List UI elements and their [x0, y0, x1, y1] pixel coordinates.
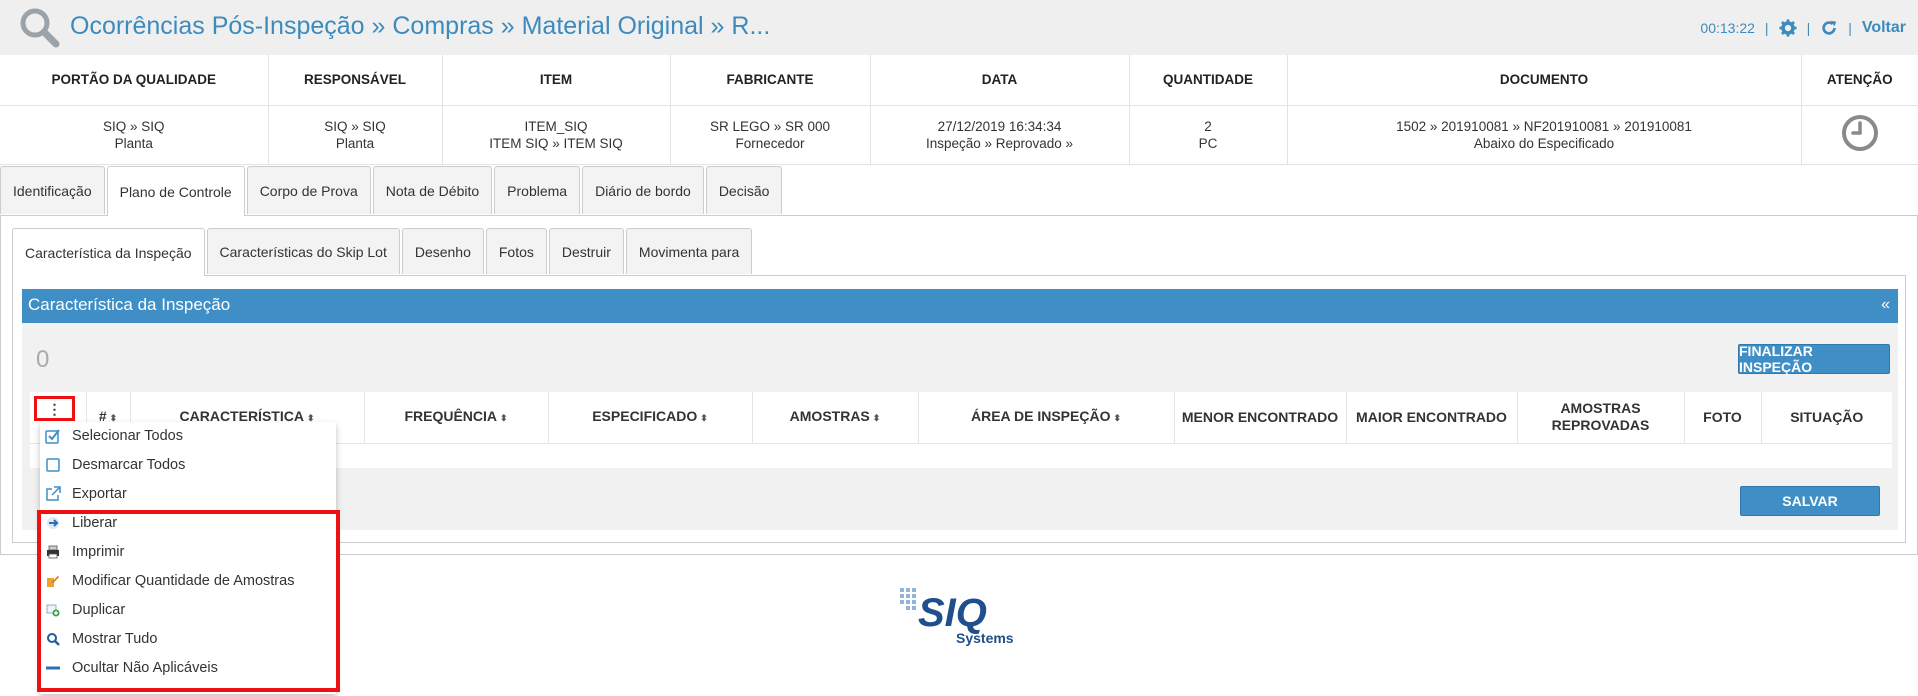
cell-line: ITEM_SIQ: [524, 118, 588, 134]
col-area-inspecao[interactable]: ÁREA DE INSPEÇÃO ⬍: [918, 392, 1175, 444]
col-maior-encontrado: MAIOR ENCONTRADO: [1346, 392, 1518, 444]
row-actions-menu-button[interactable]: ⋮: [34, 396, 75, 421]
header-actions: 00:13:22 | | | Voltar: [1700, 15, 1918, 41]
cell-line: Fornecedor: [735, 135, 805, 151]
cell-line: 2: [1204, 118, 1212, 134]
cell-date: 27/12/2019 16:34:34 Inspeção » Reprovado …: [870, 105, 1130, 165]
cell-attention: [1801, 105, 1918, 165]
collapse-toggle[interactable]: «: [1881, 296, 1890, 314]
divider: |: [1764, 20, 1769, 36]
col-attention: ATENÇÃO: [1801, 55, 1918, 106]
cell-line: SR LEGO » SR 000: [709, 118, 831, 134]
divider: |: [1806, 20, 1811, 36]
external-link-icon: [44, 485, 62, 503]
column-label: FREQUÊNCIA: [404, 407, 497, 424]
record-count: 0: [36, 346, 50, 373]
cell-item: ITEM_SIQ ITEM SIQ » ITEM SIQ: [442, 105, 671, 165]
col-responsible: RESPONSÁVEL: [268, 55, 443, 106]
col-manufacturer: FABRICANTE: [670, 55, 871, 106]
cell-quantity: 2 PC: [1129, 105, 1288, 165]
col-item: ITEM: [442, 55, 671, 106]
siq-logo: SIQ Systems: [898, 586, 1022, 646]
col-situacao: SITUAÇÃO: [1761, 392, 1892, 444]
cell-manufacturer: SR LEGO » SR 000 Fornecedor: [670, 105, 871, 165]
search-icon: [20, 8, 60, 48]
clock-icon: [1841, 114, 1878, 151]
sort-icon: ⬍: [1113, 412, 1122, 423]
occurrence-info: PORTÃO DA QUALIDADE RESPONSÁVEL ITEM FAB…: [0, 55, 1918, 165]
menu-item-deselect-all[interactable]: Desmarcar Todos: [40, 451, 336, 479]
menu-item-label: Desmarcar Todos: [72, 457, 186, 473]
tab-plano-de-controle[interactable]: Plano de Controle: [106, 166, 245, 216]
tab-caracteristica-inspecao[interactable]: Característica da Inspeção: [12, 228, 205, 276]
cell-line: Planta: [335, 135, 375, 151]
svg-text:Systems: Systems: [956, 630, 1014, 646]
tab-fotos[interactable]: Fotos: [485, 228, 547, 274]
cell-line: 1502 » 201910081 » NF201910081 » 2019100…: [1396, 118, 1692, 134]
column-label: ÁREA DE INSPEÇÃO: [970, 407, 1111, 424]
tab-corpo-de-prova[interactable]: Corpo de Prova: [246, 166, 371, 214]
top-bar: Ocorrências Pós-Inspeção » Compras » Mat…: [0, 0, 1918, 55]
cell-line: Abaixo do Especificado: [1473, 135, 1615, 151]
cell-line: ITEM SIQ » ITEM SIQ: [489, 135, 623, 151]
finalize-inspection-button[interactable]: FINALIZAR INSPEÇÃO: [1738, 343, 1890, 375]
tab-destruir[interactable]: Destruir: [548, 228, 624, 274]
col-document: DOCUMENTO: [1287, 55, 1802, 106]
highlight-box: [37, 510, 340, 692]
cell-line: SIQ » SIQ: [324, 118, 386, 134]
divider: |: [1848, 20, 1852, 36]
cell-responsible: SIQ » SIQ Planta: [268, 105, 443, 165]
tab-diario-de-bordo[interactable]: Diário de bordo: [582, 166, 704, 214]
col-amostras-reprovadas: AMOSTRAS REPROVADAS: [1517, 392, 1685, 444]
checkbox-checked-icon: [44, 427, 62, 445]
menu-item-select-all[interactable]: Selecionar Todos: [40, 422, 336, 450]
cell-line: 27/12/2019 16:34:34: [937, 118, 1062, 134]
tab-desenho[interactable]: Desenho: [401, 228, 484, 274]
cell-line: PC: [1198, 135, 1218, 151]
section-title: Característica da Inspeção: [28, 295, 231, 314]
menu-item-label: Selecionar Todos: [72, 428, 183, 444]
sub-tabs: Característica da Inspeção Característic…: [12, 228, 754, 276]
more-vertical-icon: ⋮: [47, 400, 62, 417]
save-button[interactable]: SALVAR: [1740, 486, 1880, 516]
menu-item-export[interactable]: Exportar: [40, 480, 336, 508]
back-link[interactable]: Voltar: [1862, 19, 1906, 37]
col-especificado[interactable]: ESPECIFICADO ⬍: [548, 392, 753, 444]
menu-item-label: Exportar: [72, 486, 127, 502]
tab-decisao[interactable]: Decisão: [705, 166, 783, 214]
section-header: Característica da Inspeção «: [22, 289, 1898, 323]
col-quality-gate: PORTÃO DA QUALIDADE: [0, 55, 269, 106]
col-date: DATA: [870, 55, 1130, 106]
cell-line: Planta: [114, 135, 153, 151]
page-title: Ocorrências Pós-Inspeção » Compras » Mat…: [70, 12, 771, 40]
tab-nota-de-debito[interactable]: Nota de Débito: [372, 166, 493, 214]
column-label: ESPECIFICADO: [592, 407, 698, 424]
col-menor-encontrado: MENOR ENCONTRADO: [1174, 392, 1347, 444]
col-amostras[interactable]: AMOSTRAS ⬍: [752, 392, 919, 444]
sort-icon: ⬍: [500, 412, 508, 423]
tab-problema[interactable]: Problema: [494, 166, 581, 214]
cell-line: Inspeção » Reprovado »: [925, 135, 1074, 151]
column-label: AMOSTRAS: [789, 407, 870, 424]
svg-text:SIQ: SIQ: [918, 591, 987, 635]
gear-icon[interactable]: [1779, 19, 1797, 37]
col-frequencia[interactable]: FREQUÊNCIA ⬍: [364, 392, 549, 444]
tab-identificacao[interactable]: Identificação: [0, 166, 105, 214]
tab-movimenta-para[interactable]: Movimenta para: [625, 228, 753, 274]
main-tabs: Identificação Plano de Controle Corpo de…: [0, 166, 784, 216]
col-foto: FOTO: [1684, 392, 1762, 444]
col-quantity: QUANTIDADE: [1129, 55, 1288, 106]
refresh-icon[interactable]: [1820, 19, 1838, 37]
cell-line: SIQ » SIQ: [102, 118, 165, 134]
sort-icon: ⬍: [700, 412, 708, 423]
cell-quality-gate: SIQ » SIQ Planta: [0, 105, 269, 165]
tab-skip-lot[interactable]: Características do Skip Lot: [206, 228, 400, 274]
sort-icon: ⬍: [872, 412, 881, 423]
cell-document: 1502 » 201910081 » NF201910081 » 2019100…: [1287, 105, 1802, 165]
session-timer: 00:13:22: [1700, 20, 1755, 36]
checkbox-empty-icon: [44, 456, 62, 474]
